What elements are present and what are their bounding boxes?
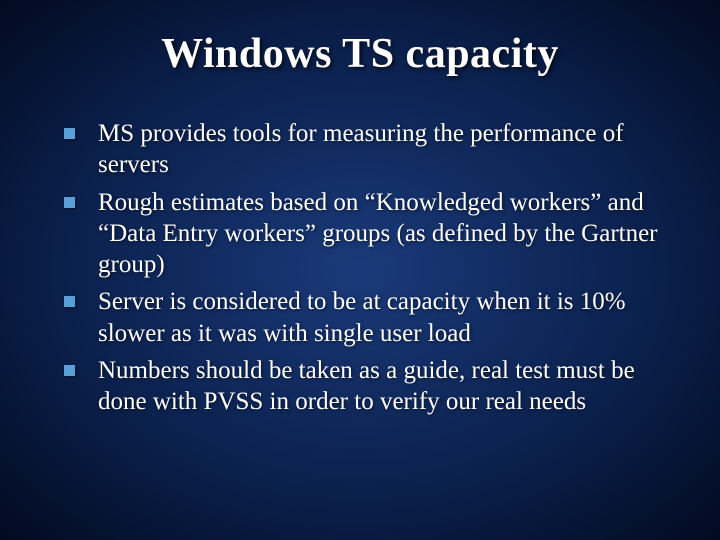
list-item: MS provides tools for measuring the perf… (60, 118, 670, 181)
list-item: Server is considered to be at capacity w… (60, 286, 670, 349)
slide: Windows TS capacity MS provides tools fo… (0, 0, 720, 540)
list-item: Rough estimates based on “Knowledged wor… (60, 187, 670, 281)
list-item: Numbers should be taken as a guide, real… (60, 355, 670, 418)
slide-title: Windows TS capacity (50, 30, 670, 78)
bullet-list: MS provides tools for measuring the perf… (60, 118, 670, 417)
